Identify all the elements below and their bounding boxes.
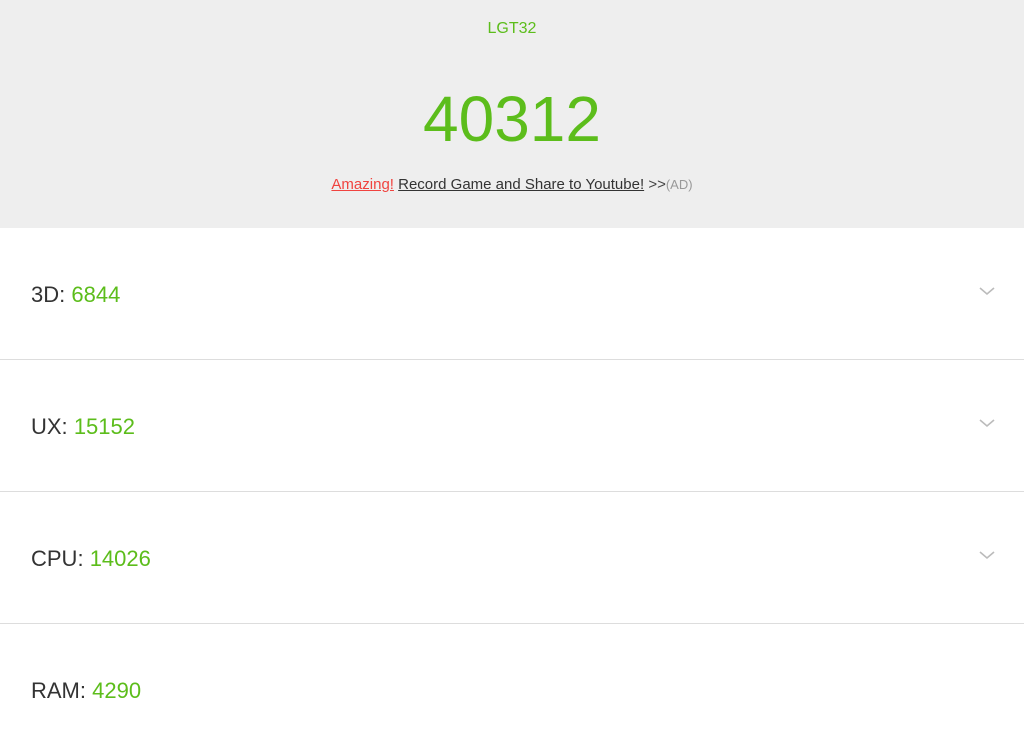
ad-tag: (AD) xyxy=(665,177,693,192)
score-row-text: UX: 15152 xyxy=(31,414,135,440)
score-value: 4290 xyxy=(92,678,142,703)
score-list: 3D: 6844 UX: 15152 CPU: 14026 RAM: 4290 xyxy=(0,228,1024,756)
score-row-cpu[interactable]: CPU: 14026 xyxy=(0,492,1024,624)
promo-banner[interactable]: Amazing! Record Game and Share to Youtub… xyxy=(0,175,1024,195)
score-label: UX: xyxy=(31,414,68,439)
score-label: RAM: xyxy=(31,678,86,703)
promo-youtube-link[interactable]: Record Game and Share to Youtube! xyxy=(398,176,644,193)
score-row-ram[interactable]: RAM: 4290 xyxy=(0,624,1024,756)
score-label: 3D: xyxy=(31,282,66,307)
score-row-3d[interactable]: 3D: 6844 xyxy=(0,228,1024,360)
score-row-ux[interactable]: UX: 15152 xyxy=(0,360,1024,492)
score-value: 14026 xyxy=(89,546,151,571)
promo-arrows: >> xyxy=(648,176,666,193)
promo-amazing-text[interactable]: Amazing! xyxy=(331,176,394,193)
total-score: 40312 xyxy=(423,83,601,155)
score-row-text: RAM: 4290 xyxy=(31,678,141,704)
chevron-down-icon[interactable] xyxy=(978,285,996,297)
score-header: LGT32 40312 Amazing! Record Game and Sha… xyxy=(0,0,1024,228)
score-row-text: 3D: 6844 xyxy=(31,282,120,308)
score-value: 6844 xyxy=(71,282,121,307)
chevron-down-icon[interactable] xyxy=(978,549,996,561)
device-name: LGT32 xyxy=(487,20,537,37)
score-row-text: CPU: 14026 xyxy=(31,546,151,572)
chevron-down-icon[interactable] xyxy=(978,417,996,429)
score-label: CPU: xyxy=(31,546,84,571)
score-value: 15152 xyxy=(73,414,135,439)
